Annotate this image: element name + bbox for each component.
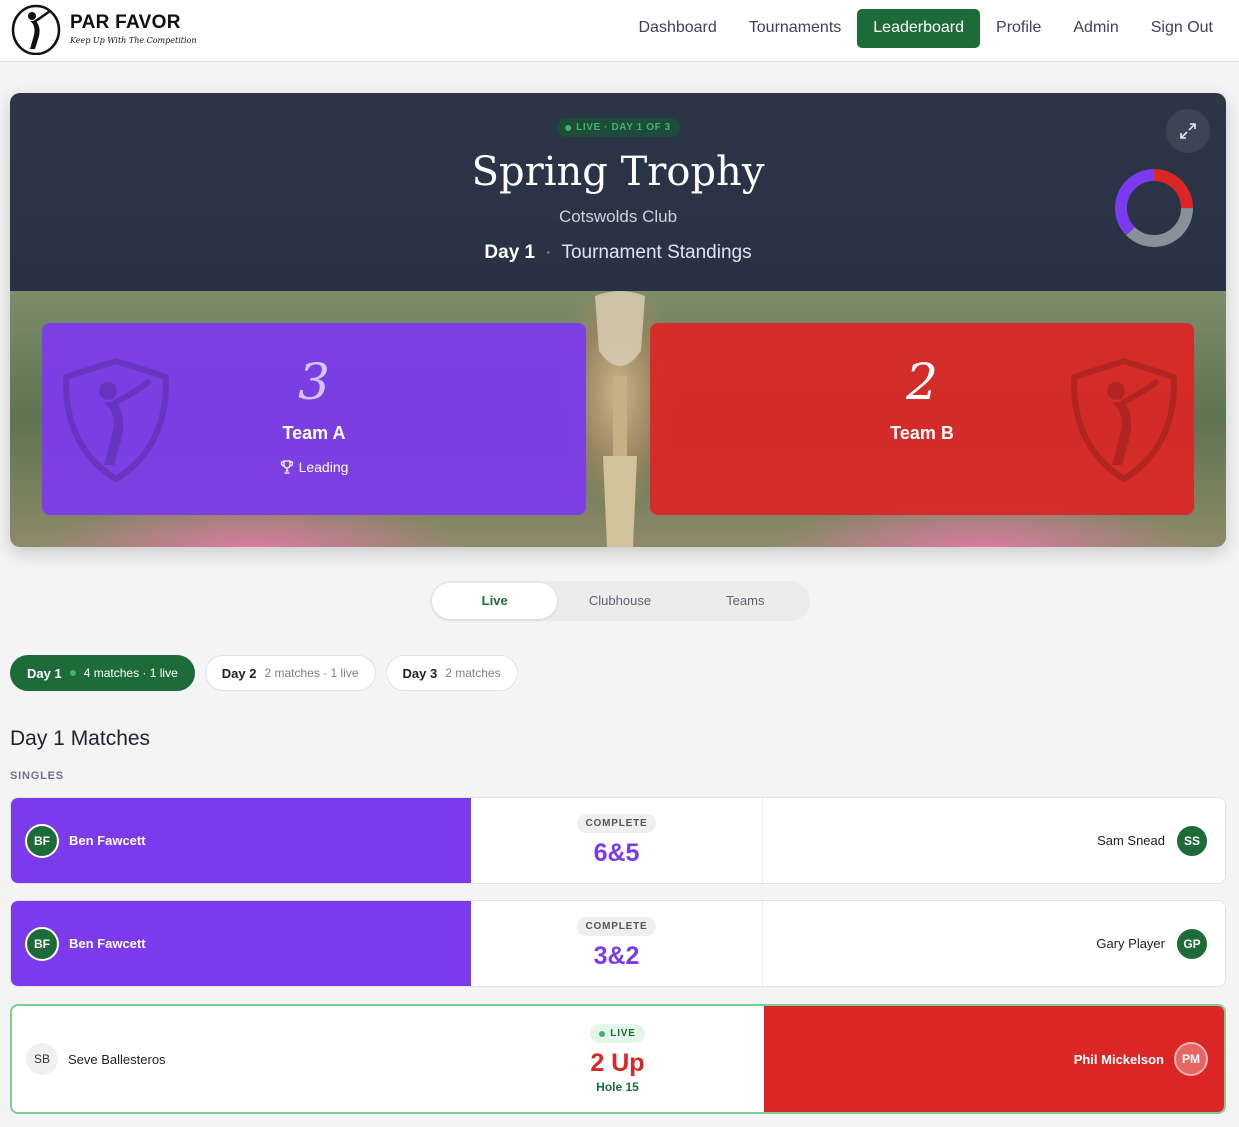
- tournament-title: Spring Trophy: [471, 149, 765, 195]
- expand-fullscreen-button[interactable]: [1166, 109, 1210, 153]
- avatar: PM: [1174, 1042, 1208, 1076]
- day-chip-label: Day 3: [402, 665, 438, 681]
- brand-name: PAR FAVOR: [70, 12, 181, 33]
- day-chip-label: Day 2: [221, 665, 257, 681]
- match-score: 2 Up: [590, 1049, 645, 1077]
- live-dot-icon: [599, 1030, 606, 1037]
- day-selector: Day 1 4 matches · 1 live Day 2 2 matches…: [10, 655, 518, 691]
- player-name: Gary Player: [1096, 936, 1165, 951]
- day-label: Day 1: [484, 242, 536, 263]
- nav-tournaments[interactable]: Tournaments: [733, 9, 858, 48]
- day-heading: Day 1 · Tournament Standings: [10, 242, 1226, 264]
- avatar: SS: [1175, 823, 1209, 858]
- view-tabs: Live Clubhouse Teams: [430, 581, 810, 621]
- player-name: Ben Fawcett: [69, 833, 146, 848]
- day-chip-meta: 2 matches · 1 live: [264, 666, 359, 680]
- match-row[interactable]: BF Ben Fawcett COMPLETE 6&5 Sam Snead SS: [10, 797, 1226, 884]
- match-result: COMPLETE 3&2: [471, 901, 763, 986]
- standings-label: Tournament Standings: [561, 242, 752, 263]
- standings-donut-chart: [1115, 169, 1193, 247]
- player-name: Seve Ballesteros: [68, 1051, 166, 1067]
- nav-admin[interactable]: Admin: [1057, 9, 1134, 48]
- club-name: Cotswolds Club: [558, 207, 678, 226]
- nav-leaderboard[interactable]: Leaderboard: [857, 9, 981, 48]
- match-row[interactable]: BF Ben Fawcett COMPLETE 3&2 Gary Player …: [10, 900, 1226, 987]
- expand-icon: [1180, 123, 1196, 139]
- main-nav: Dashboard Tournaments Leaderboard Profil…: [622, 9, 1229, 48]
- team-a-name: Team A: [282, 423, 346, 443]
- trophy-background-image: 3 Team A Leading 2 Team B: [10, 291, 1226, 547]
- player-name: Phil Mickelson: [1073, 1051, 1164, 1067]
- tab-live[interactable]: Live: [432, 583, 558, 619]
- live-dot-icon: [69, 670, 76, 676]
- match-score: 6&5: [593, 838, 640, 867]
- brand-tagline: Keep Up With The Competition: [70, 36, 197, 45]
- leading-label: Leading: [298, 459, 349, 475]
- trophy-image: [595, 291, 645, 547]
- day-chip-2[interactable]: Day 2 2 matches · 1 live: [204, 655, 376, 691]
- avatar: SB: [26, 1043, 58, 1075]
- brand-logo[interactable]: PAR FAVOR Keep Up With The Competition: [10, 3, 197, 56]
- hero-header: LIVE · DAY 1 OF 3 Spring Trophy Cotswold…: [10, 93, 1226, 291]
- status-badge: COMPLETE: [576, 813, 657, 833]
- team-b-name: Team B: [890, 423, 954, 443]
- team-a-leading-badge: Leading: [280, 459, 349, 475]
- team-b-card[interactable]: 2 Team B: [650, 323, 1194, 515]
- player-name: Sam Snead: [1097, 833, 1165, 848]
- golfer-watermark-icon: [62, 357, 170, 483]
- team-a-card[interactable]: 3 Team A Leading: [42, 323, 586, 515]
- match-result: COMPLETE 6&5: [471, 798, 763, 883]
- match-right-player: Phil Mickelson PM: [764, 1006, 1224, 1112]
- live-status-pill: LIVE · DAY 1 OF 3: [556, 118, 680, 137]
- golfer-watermark-icon: [1070, 357, 1178, 483]
- match-score: 3&2: [593, 941, 640, 970]
- match-left-player: BF Ben Fawcett: [11, 901, 471, 986]
- current-hole: Hole 15: [596, 1080, 639, 1094]
- avatar: GP: [1175, 926, 1209, 961]
- match-left-player: BF Ben Fawcett: [11, 798, 471, 883]
- day-chip-1[interactable]: Day 1 4 matches · 1 live: [10, 655, 195, 691]
- nav-profile[interactable]: Profile: [980, 9, 1057, 48]
- team-a-score: 3: [298, 353, 330, 411]
- player-name: Ben Fawcett: [69, 936, 146, 951]
- status-label: LIVE: [610, 1028, 636, 1039]
- day-chip-3[interactable]: Day 3 2 matches: [385, 655, 518, 691]
- day-chip-label: Day 1: [27, 665, 62, 681]
- match-row-live[interactable]: SB Seve Ballesteros LIVE 2 Up Hole 15 Ph…: [10, 1004, 1226, 1114]
- tab-clubhouse[interactable]: Clubhouse: [557, 583, 682, 619]
- live-status-label: LIVE · DAY 1 OF 3: [576, 122, 671, 133]
- status-badge: COMPLETE: [576, 916, 657, 936]
- tournament-hero: LIVE · DAY 1 OF 3 Spring Trophy Cotswold…: [10, 93, 1226, 547]
- avatar: BF: [25, 823, 59, 858]
- nav-sign-out[interactable]: Sign Out: [1135, 9, 1229, 48]
- team-b-score: 2: [906, 353, 938, 411]
- tab-teams[interactable]: Teams: [683, 583, 808, 619]
- day-separator: ·: [545, 242, 552, 263]
- section-title: Day 1 Matches: [10, 727, 151, 750]
- match-result: LIVE 2 Up Hole 15: [472, 1006, 764, 1112]
- golfer-logo-icon: [10, 3, 62, 56]
- top-navbar: PAR FAVOR Keep Up With The Competition D…: [0, 0, 1239, 62]
- match-format-label: SINGLES: [10, 770, 64, 782]
- live-dot-icon: [565, 124, 572, 131]
- match-right-player: Sam Snead SS: [763, 798, 1225, 883]
- match-left-player: SB Seve Ballesteros: [12, 1006, 472, 1112]
- trophy-icon: [280, 460, 293, 474]
- day-chip-meta: 2 matches: [445, 666, 501, 680]
- nav-dashboard[interactable]: Dashboard: [622, 9, 732, 48]
- day-chip-meta: 4 matches · 1 live: [83, 666, 178, 680]
- status-badge: LIVE: [590, 1024, 645, 1043]
- avatar: BF: [25, 926, 59, 961]
- match-right-player: Gary Player GP: [763, 901, 1225, 986]
